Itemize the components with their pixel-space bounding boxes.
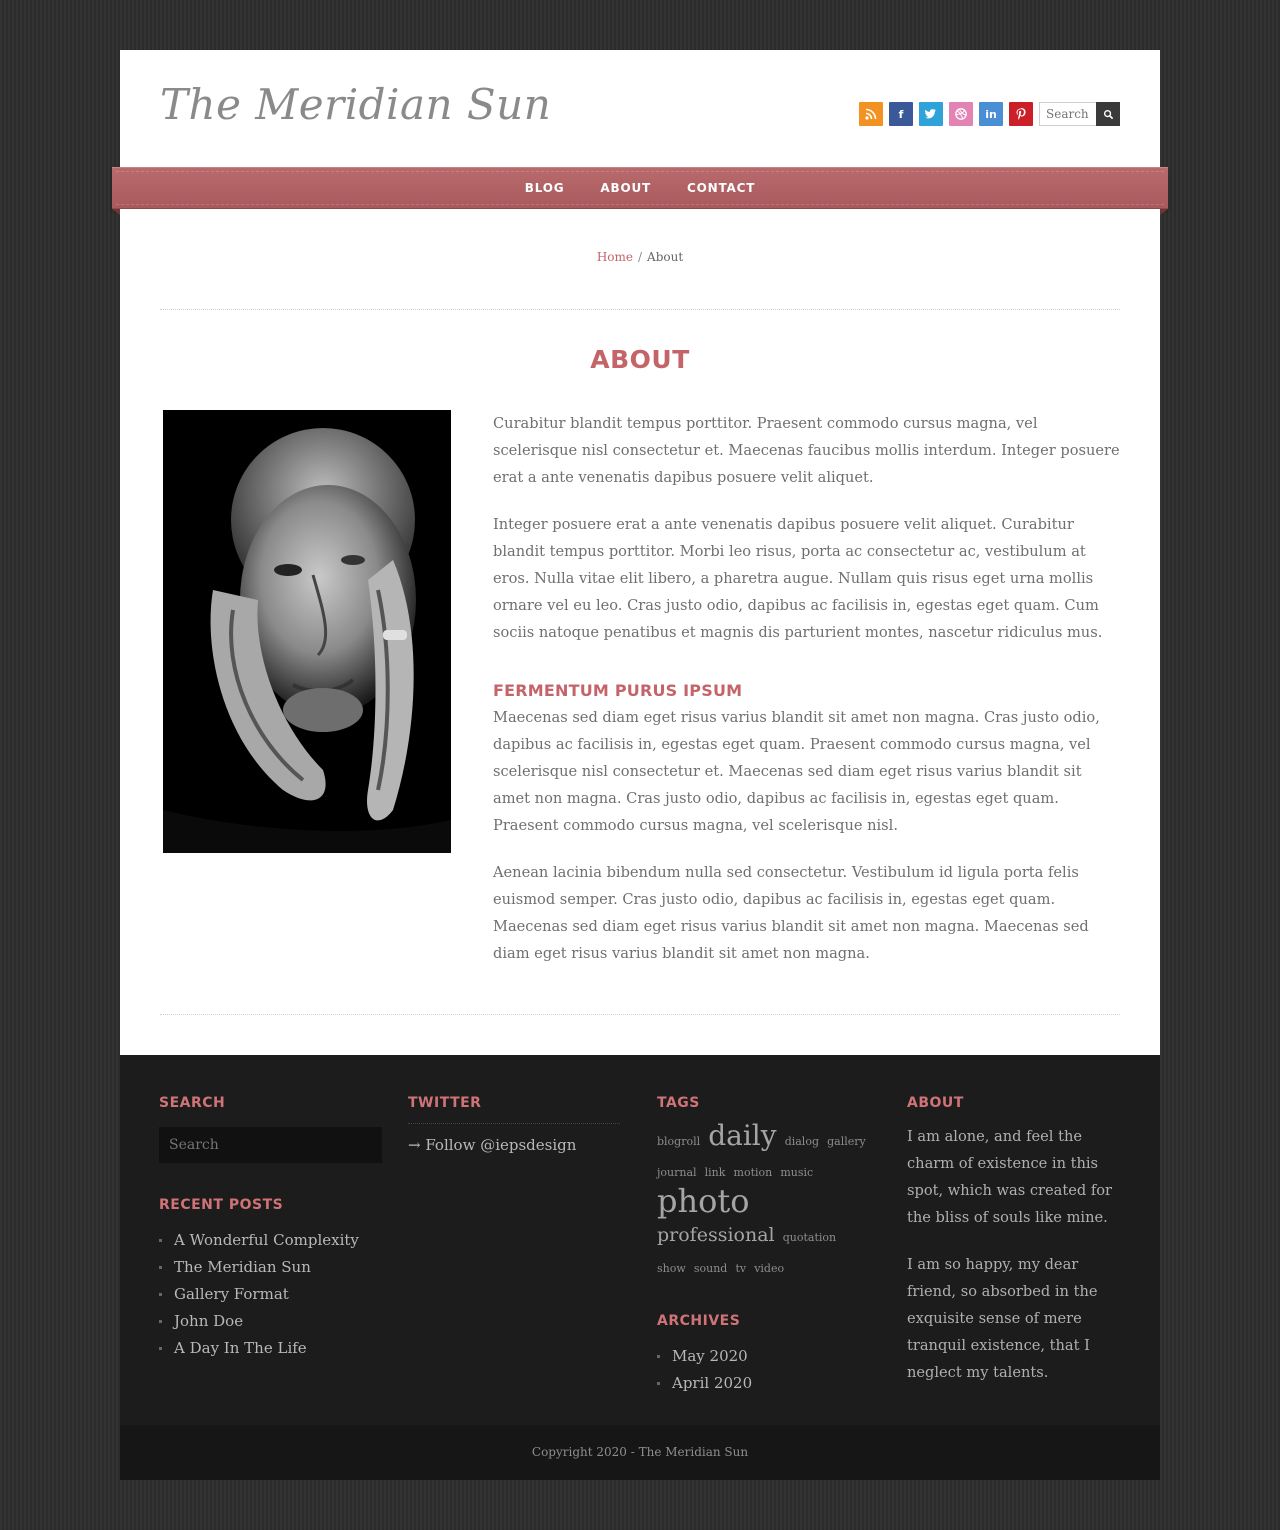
tag-link[interactable]: video bbox=[754, 1262, 784, 1275]
rss-icon[interactable] bbox=[859, 102, 883, 126]
site-header: The Meridian Sun f in bbox=[120, 50, 1160, 167]
divider bbox=[160, 1014, 1120, 1015]
tag-link[interactable]: photo bbox=[657, 1182, 749, 1220]
tag-link[interactable]: quotation bbox=[783, 1231, 836, 1244]
article-paragraph: Maecenas sed diam eget risus varius blan… bbox=[493, 709, 1100, 834]
breadcrumb-separator: / bbox=[638, 250, 643, 264]
tag-link[interactable]: link bbox=[705, 1166, 726, 1179]
page: The Meridian Sun f in B bbox=[112, 50, 1168, 1480]
archives-heading: ARCHIVES bbox=[657, 1313, 741, 1329]
tag-link[interactable]: daily bbox=[708, 1119, 776, 1152]
breadcrumb: Home / About bbox=[120, 250, 1160, 264]
article-paragraph: Integer posuere erat a ante venenatis da… bbox=[493, 516, 1103, 641]
footer-search-heading: SEARCH bbox=[159, 1095, 226, 1111]
twitter-follow-link[interactable]: → Follow @iepsdesign bbox=[408, 1136, 620, 1154]
tag-link[interactable]: blogroll bbox=[657, 1135, 700, 1148]
divider bbox=[160, 309, 1120, 310]
twitter-icon[interactable] bbox=[919, 102, 943, 126]
footer-about-paragraph: I am alone, and feel the charm of existe… bbox=[907, 1128, 1112, 1226]
dribbble-icon[interactable] bbox=[949, 102, 973, 126]
nav-about[interactable]: ABOUT bbox=[600, 181, 651, 195]
main-nav: BLOG ABOUT CONTACT bbox=[112, 167, 1168, 209]
footer-about-heading: ABOUT bbox=[907, 1095, 964, 1111]
tag-link[interactable]: professional bbox=[657, 1224, 775, 1246]
twitter-divider bbox=[408, 1123, 620, 1124]
footer-col-twitter: TWITTER → Follow @iepsdesign bbox=[408, 1095, 620, 1154]
facebook-icon[interactable]: f bbox=[889, 102, 913, 126]
footer-col-tags: TAGS blogroll daily dialog gallery journ… bbox=[657, 1095, 872, 1397]
main-content: Home / About ABOUT Curabitur blandit tem… bbox=[120, 209, 1160, 1055]
nav-contact[interactable]: CONTACT bbox=[687, 181, 755, 195]
recent-post-link[interactable]: A Wonderful Complexity bbox=[159, 1227, 382, 1254]
tag-link[interactable]: tv bbox=[735, 1262, 746, 1275]
footer-col-about: ABOUT I am alone, and feel the charm of … bbox=[907, 1095, 1122, 1406]
tag-link[interactable]: motion bbox=[734, 1166, 773, 1179]
header-search-input[interactable] bbox=[1039, 102, 1096, 126]
footer-about-text: I am alone, and feel the charm of existe… bbox=[907, 1123, 1122, 1386]
search-icon bbox=[1103, 109, 1113, 119]
header-search bbox=[1039, 102, 1120, 126]
tag-link[interactable]: music bbox=[780, 1166, 813, 1179]
archives-list: May 2020 April 2020 bbox=[657, 1343, 872, 1397]
article-paragraph: Curabitur blandit tempus porttitor. Prae… bbox=[493, 415, 1120, 486]
archive-link[interactable]: April 2020 bbox=[657, 1370, 872, 1397]
archive-link[interactable]: May 2020 bbox=[657, 1343, 872, 1370]
tag-link[interactable]: sound bbox=[694, 1262, 727, 1275]
article-subheading: FERMENTUM PURUS IPSUM bbox=[493, 681, 743, 700]
footer-search-input[interactable] bbox=[159, 1127, 382, 1163]
site-logo[interactable]: The Meridian Sun bbox=[160, 80, 551, 129]
tag-link[interactable]: journal bbox=[657, 1166, 697, 1179]
tag-cloud: blogroll daily dialog gallery journal li… bbox=[657, 1121, 872, 1283]
page-title: ABOUT bbox=[590, 345, 690, 374]
header-search-button[interactable] bbox=[1096, 102, 1120, 126]
ribbon-fold-right bbox=[1160, 209, 1168, 215]
linkedin-icon[interactable]: in bbox=[979, 102, 1003, 126]
portrait-image bbox=[163, 410, 451, 853]
tag-link[interactable]: gallery bbox=[827, 1135, 866, 1148]
twitter-heading: TWITTER bbox=[408, 1095, 482, 1111]
pinterest-icon[interactable] bbox=[1009, 102, 1033, 126]
footer-about-paragraph: I am so happy, my dear friend, so absorb… bbox=[907, 1256, 1098, 1381]
recent-post-link[interactable]: A Day In The Life bbox=[159, 1335, 382, 1362]
article-body: Curabitur blandit tempus porttitor. Prae… bbox=[493, 410, 1123, 987]
nav-blog[interactable]: BLOG bbox=[525, 181, 565, 195]
ribbon-fold-left bbox=[112, 209, 120, 215]
breadcrumb-home-link[interactable]: Home bbox=[597, 250, 633, 264]
recent-posts-heading: RECENT POSTS bbox=[159, 1197, 284, 1213]
recent-post-link[interactable]: Gallery Format bbox=[159, 1281, 382, 1308]
recent-post-link[interactable]: John Doe bbox=[159, 1308, 382, 1335]
recent-posts-list: A Wonderful Complexity The Meridian Sun … bbox=[159, 1227, 382, 1362]
article-paragraph: Aenean lacinia bibendum nulla sed consec… bbox=[493, 864, 1089, 962]
breadcrumb-current: About bbox=[647, 250, 684, 264]
recent-post-link[interactable]: The Meridian Sun bbox=[159, 1254, 382, 1281]
footer-widgets: SEARCH RECENT POSTS A Wonderful Complexi… bbox=[120, 1055, 1160, 1425]
copyright: Copyright 2020 - The Meridian Sun bbox=[120, 1425, 1160, 1480]
tags-heading: TAGS bbox=[657, 1095, 700, 1111]
tag-link[interactable]: show bbox=[657, 1262, 686, 1275]
footer-col-search: SEARCH RECENT POSTS A Wonderful Complexi… bbox=[159, 1095, 382, 1362]
social-bar: f in bbox=[859, 102, 1120, 126]
tag-link[interactable]: dialog bbox=[785, 1135, 819, 1148]
